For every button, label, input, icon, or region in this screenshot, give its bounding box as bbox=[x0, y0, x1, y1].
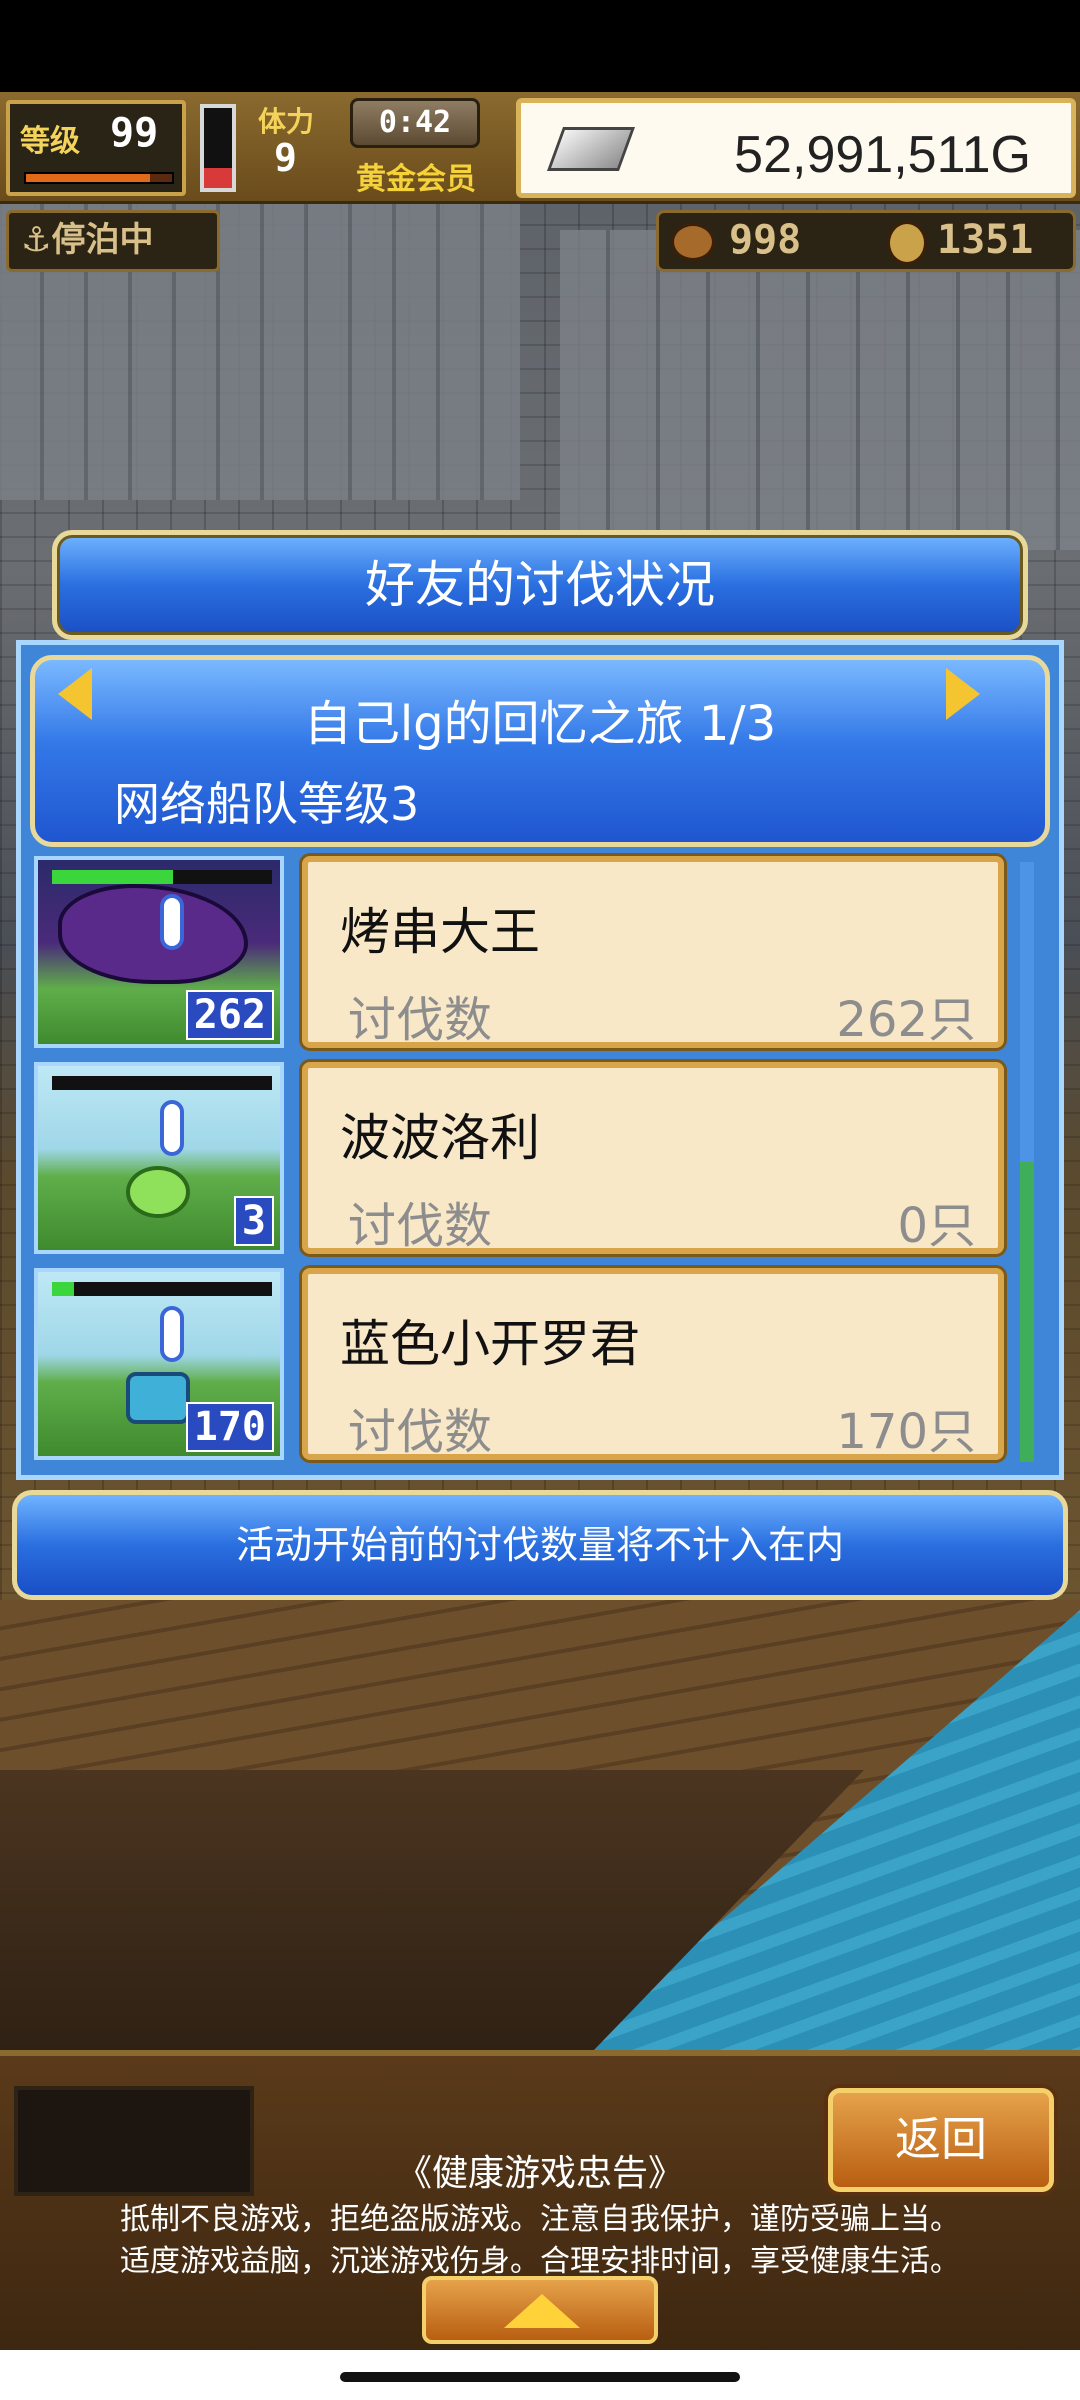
exclamation-icon bbox=[160, 1100, 184, 1156]
exclamation-icon bbox=[160, 894, 184, 950]
thumb-count: 170 bbox=[185, 1402, 274, 1452]
stamina-value: 9 bbox=[274, 136, 297, 180]
top-hud: 等级 99 体力 9 0:42 黄金会员 52,991,511G bbox=[0, 92, 1080, 204]
friend-card: 波波洛利 讨伐数 0只 bbox=[302, 1062, 1004, 1254]
list-item[interactable]: 170 蓝色小开罗君 讨伐数 170只 bbox=[30, 1264, 1030, 1464]
dock-status: ⚓停泊中 bbox=[6, 210, 220, 272]
dock-status-label: 停泊中 bbox=[51, 220, 154, 260]
dialog-title: 好友的讨伐状况 bbox=[365, 556, 715, 614]
up-arrow-icon bbox=[504, 2294, 580, 2328]
list-item[interactable]: 3 波波洛利 讨伐数 0只 bbox=[30, 1058, 1030, 1258]
friend-name: 烤串大王 bbox=[340, 903, 540, 961]
membership-badge[interactable]: 黄金会员 bbox=[356, 154, 476, 198]
food-icon bbox=[671, 223, 715, 261]
prev-arrow-icon[interactable] bbox=[58, 668, 92, 720]
kill-count-label: 讨伐数 bbox=[348, 1404, 493, 1460]
dialog-title-bar: 好友的讨伐状况 bbox=[52, 530, 1028, 640]
friend-card: 蓝色小开罗君 讨伐数 170只 bbox=[302, 1268, 1004, 1460]
slime-monster-icon bbox=[126, 1166, 190, 1218]
monster-thumbnail: 262 bbox=[34, 856, 284, 1048]
monster-thumbnail: 170 bbox=[34, 1268, 284, 1460]
event-subtitle: 网络船队等级3 bbox=[114, 777, 420, 831]
kill-count-label: 讨伐数 bbox=[348, 992, 493, 1048]
resource1-value: 998 bbox=[729, 217, 802, 263]
event-title: 自己lg的回忆之旅 1/3 bbox=[303, 696, 777, 752]
kill-count-value: 170只 bbox=[836, 1404, 976, 1460]
expand-button[interactable] bbox=[422, 2276, 658, 2344]
notice-bar: 活动开始前的讨伐数量将不计入在内 bbox=[12, 1490, 1068, 1600]
hp-fill bbox=[52, 1282, 74, 1296]
gold-value: 52,991,511G bbox=[734, 126, 1031, 184]
stamina-timer: 0:42 bbox=[350, 98, 480, 148]
hp-bar bbox=[52, 870, 272, 884]
resource2-value: 1351 bbox=[937, 217, 1034, 263]
status-bar-area bbox=[0, 0, 1080, 92]
blue-monster-icon bbox=[126, 1372, 190, 1424]
hp-bar bbox=[52, 1282, 272, 1296]
boss-monster-icon bbox=[58, 884, 248, 984]
friend-card: 烤串大王 讨伐数 262只 bbox=[302, 856, 1004, 1048]
gold-display: 52,991,511G bbox=[516, 98, 1076, 198]
silver-bar-icon bbox=[546, 127, 636, 171]
friend-name: 波波洛利 bbox=[340, 1109, 540, 1167]
bottom-panel: 返回 《健康游戏忠告》 抵制不良游戏，拒绝盗版游戏。注意自我保护，谨防受骗上当。… bbox=[0, 2050, 1080, 2350]
anchor-icon: ⚓ bbox=[21, 220, 52, 260]
stamina-gauge-fill bbox=[204, 168, 232, 188]
level-box: 等级 99 bbox=[6, 100, 186, 196]
resources-box: 998 1351 bbox=[656, 210, 1076, 272]
health-advice-line2: 适度游戏益脑，沉迷游戏伤身。合理安排时间，享受健康生活。 bbox=[120, 2244, 960, 2279]
hp-fill bbox=[52, 870, 173, 884]
level-progress-fill bbox=[26, 174, 151, 182]
level-label: 等级 bbox=[20, 124, 80, 159]
health-advice-title: 《健康游戏忠告》 bbox=[395, 2153, 684, 2194]
stamina-gauge bbox=[200, 104, 236, 192]
kill-count-label: 讨伐数 bbox=[348, 1198, 493, 1254]
coin-icon bbox=[887, 221, 927, 265]
health-advice-line1: 抵制不良游戏，拒绝盗版游戏。注意自我保护，谨防受骗上当。 bbox=[120, 2202, 960, 2237]
friend-list[interactable]: 262 烤串大王 讨伐数 262只 3 波波洛利 讨伐数 0只 170 蓝色小开… bbox=[30, 852, 1030, 1472]
list-scrollbar[interactable] bbox=[1020, 862, 1034, 1462]
system-bar bbox=[0, 2350, 1080, 2400]
hp-bar bbox=[52, 1076, 272, 1090]
stamina-label: 体力 bbox=[258, 105, 315, 138]
exclamation-icon bbox=[160, 1306, 184, 1362]
level-progress-bar bbox=[24, 172, 174, 184]
kill-count-value: 0只 bbox=[897, 1198, 976, 1254]
level-value: 99 bbox=[110, 110, 159, 156]
kill-count-value: 262只 bbox=[836, 992, 976, 1048]
thumb-count: 262 bbox=[185, 990, 274, 1040]
secondary-hud: ⚓停泊中 998 1351 bbox=[0, 210, 1080, 280]
list-item[interactable]: 262 烤串大王 讨伐数 262只 bbox=[30, 852, 1030, 1052]
home-indicator[interactable] bbox=[340, 2372, 740, 2382]
monster-thumbnail: 3 bbox=[34, 1062, 284, 1254]
friend-name: 蓝色小开罗君 bbox=[340, 1315, 640, 1373]
notice-text: 活动开始前的讨伐数量将不计入在内 bbox=[235, 1523, 844, 1567]
thumb-count: 3 bbox=[233, 1196, 274, 1246]
scrollbar-thumb[interactable] bbox=[1020, 1162, 1034, 1462]
